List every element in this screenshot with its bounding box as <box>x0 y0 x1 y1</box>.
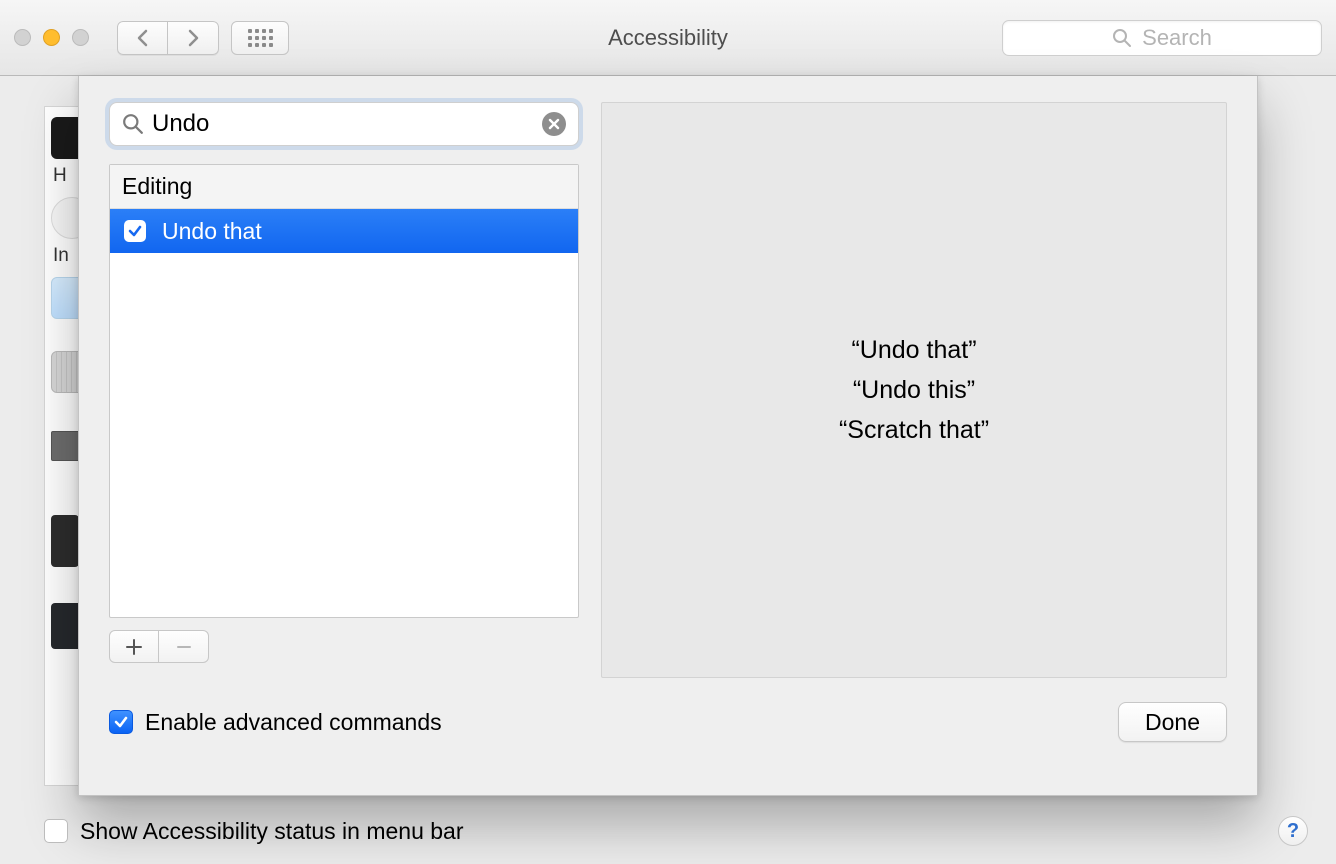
done-button[interactable]: Done <box>1118 702 1227 742</box>
remove-command-button[interactable] <box>159 630 209 663</box>
titlebar: Accessibility Search <box>0 0 1336 76</box>
add-remove-segment <box>109 630 209 663</box>
command-preview-panel: “Undo that” “Undo this” “Scratch that” <box>601 102 1227 678</box>
commands-sheet: Editing Undo that <box>78 76 1258 796</box>
clear-search-button[interactable] <box>542 112 566 136</box>
search-icon <box>1112 28 1132 48</box>
sidebar-item-icon[interactable] <box>51 431 81 461</box>
preview-phrase: “Undo this” <box>839 370 989 410</box>
plus-icon <box>125 638 143 656</box>
sidebar-item-icon[interactable] <box>51 515 79 567</box>
show-status-menubar-checkbox[interactable]: Show Accessibility status in menu bar <box>44 818 464 845</box>
toolbar-search-placeholder: Search <box>1142 25 1212 51</box>
show-status-menubar-label: Show Accessibility status in menu bar <box>80 818 464 845</box>
enable-advanced-commands-label: Enable advanced commands <box>145 709 442 736</box>
minus-icon <box>175 638 193 656</box>
check-icon <box>127 223 143 239</box>
result-label: Undo that <box>162 218 262 245</box>
forward-button[interactable] <box>168 21 219 55</box>
results-section-header: Editing <box>110 165 578 209</box>
commands-results-list: Editing Undo that <box>109 164 579 618</box>
zoom-window-button[interactable] <box>72 29 89 46</box>
result-row[interactable]: Undo that <box>110 209 578 253</box>
result-enabled-checkbox[interactable] <box>124 220 146 242</box>
grid-icon <box>248 29 273 47</box>
checkbox-box <box>109 710 133 734</box>
toolbar-search-field[interactable]: Search <box>1002 20 1322 56</box>
nav-back-forward <box>117 21 219 55</box>
search-icon <box>122 113 144 135</box>
show-all-preferences-button[interactable] <box>231 21 289 55</box>
enable-advanced-commands-checkbox[interactable]: Enable advanced commands <box>109 709 442 736</box>
commands-search-input[interactable] <box>152 110 542 138</box>
back-button[interactable] <box>117 21 168 55</box>
add-command-button[interactable] <box>109 630 159 663</box>
window-controls <box>14 29 89 46</box>
checkbox-box <box>44 819 68 843</box>
commands-search-field[interactable] <box>109 102 579 146</box>
check-icon <box>113 714 129 730</box>
preview-phrase: “Scratch that” <box>839 410 989 450</box>
help-button[interactable]: ? <box>1278 816 1308 846</box>
close-icon <box>548 118 560 130</box>
close-window-button[interactable] <box>14 29 31 46</box>
minimize-window-button[interactable] <box>43 29 60 46</box>
preview-phrase: “Undo that” <box>839 330 989 370</box>
